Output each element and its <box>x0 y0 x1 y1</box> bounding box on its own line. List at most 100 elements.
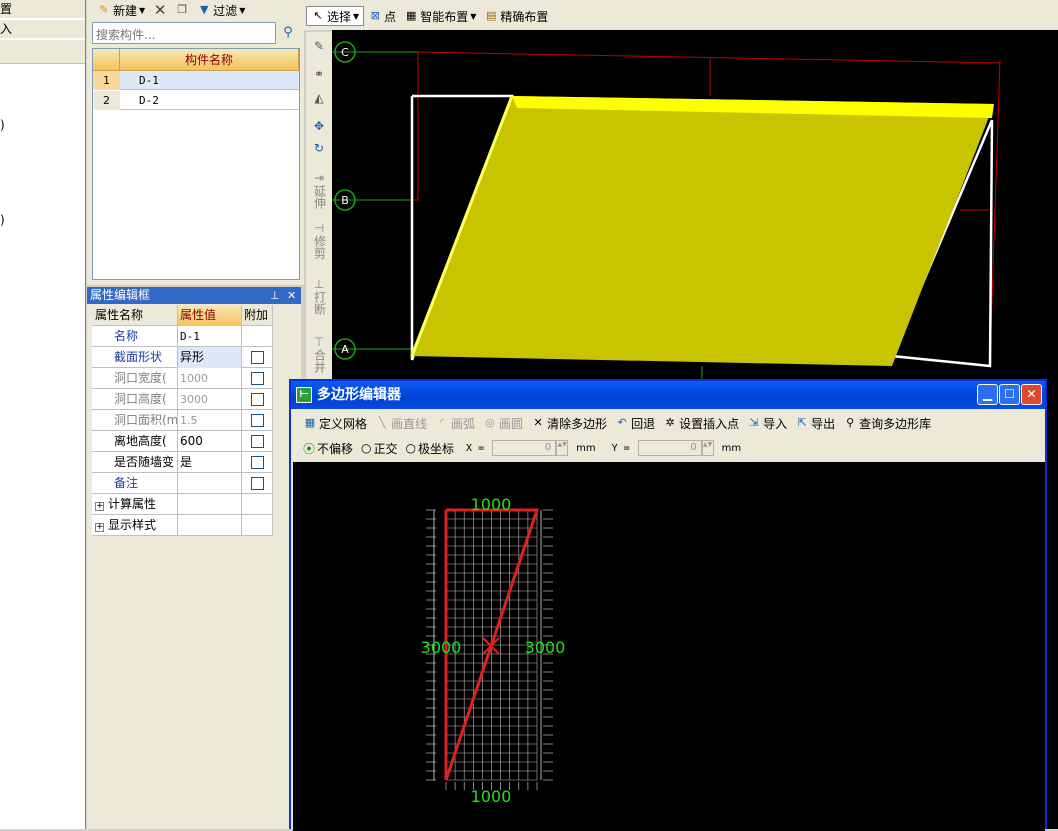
extra-checkbox[interactable] <box>251 372 264 385</box>
extra-checkbox[interactable] <box>251 393 264 406</box>
property-row[interactable]: 离地高度(600 <box>92 431 273 452</box>
copy-icon[interactable]: ⚭ <box>308 68 330 81</box>
property-value[interactable]: D-1 <box>178 326 242 347</box>
point-button[interactable]: ⊠ 点 <box>364 7 400 25</box>
precise-layout-button[interactable]: ▤ 精确布置 <box>480 7 552 25</box>
delete-button[interactable]: ✕ <box>149 1 171 19</box>
extra-checkbox[interactable] <box>251 414 264 427</box>
close-button[interactable]: ✕ <box>1021 384 1042 405</box>
polar-radio[interactable]: ○ 极坐标 <box>402 439 459 457</box>
trim-button[interactable]: ⊣ 修剪 <box>308 222 330 262</box>
property-row[interactable]: 名称 D-1 <box>92 326 273 347</box>
expand-icon[interactable]: + <box>95 523 104 532</box>
polygon-options-bar: ⦿ 不偏移 ○ 正交 ○ 极坐标 X = 0 ▲▼ mm Y = 0 ▲▼ mm <box>299 438 1039 458</box>
left-panel-row[interactable]: 置 <box>0 0 85 18</box>
property-value[interactable]: 异形 <box>178 347 242 368</box>
property-row[interactable]: 洞口宽度(1000 <box>92 368 273 389</box>
arc-icon: ◜ <box>439 416 445 429</box>
property-name: 名称 <box>92 326 178 347</box>
draw-line-button[interactable]: ╲ 画直线 <box>371 414 431 432</box>
expand-icon[interactable]: + <box>95 502 104 511</box>
copy-button[interactable]: ❐ <box>171 1 193 19</box>
x-input[interactable]: 0 <box>492 440 557 456</box>
clear-polygon-button[interactable]: ✕ 清除多边形 <box>527 414 611 432</box>
property-value[interactable]: 1000 <box>178 368 242 389</box>
extra-checkbox[interactable] <box>251 456 264 469</box>
extra-checkbox[interactable] <box>251 477 264 490</box>
close-icon[interactable]: ✕ <box>287 287 296 304</box>
extra-checkbox[interactable] <box>251 351 264 364</box>
smart-layout-label: 智能布置 <box>420 9 469 24</box>
property-extra <box>242 326 273 347</box>
minimize-button[interactable]: ▁ <box>977 384 998 405</box>
property-row[interactable]: + 计算属性 <box>92 494 273 515</box>
import-button[interactable]: ⇲ 导入 <box>743 414 791 432</box>
property-value[interactable] <box>178 515 242 536</box>
dim-top: 1000 <box>471 495 512 514</box>
trim-icon: ⊣ <box>313 221 325 235</box>
rotate-icon[interactable]: ↻ <box>308 142 330 155</box>
chevron-down-icon: ▼ <box>353 11 360 21</box>
brush-icon[interactable]: ✎ <box>308 40 330 53</box>
move-icon[interactable]: ✥ <box>308 120 330 133</box>
property-row[interactable]: 截面形状 异形 <box>92 347 273 368</box>
property-name-text: 备注 <box>114 476 139 490</box>
query-library-button[interactable]: ⚲ 查询多边形库 <box>839 414 935 432</box>
property-extra <box>242 410 273 431</box>
property-value[interactable] <box>178 494 242 515</box>
extra-checkbox[interactable] <box>251 435 264 448</box>
property-extra <box>242 431 273 452</box>
select-button[interactable]: ↖ 选择 ▼ <box>306 6 365 26</box>
maximize-button[interactable]: ☐ <box>999 384 1020 405</box>
mirror-icon[interactable]: ◭ <box>308 92 330 105</box>
property-value[interactable]: 是 <box>178 452 242 473</box>
search-icon[interactable]: ⚲ <box>279 24 297 42</box>
table-row[interactable]: 1 D-1 <box>93 71 299 90</box>
left-panel-row[interactable]: ) <box>0 211 85 229</box>
component-name-header[interactable]: 构件名称 <box>120 49 299 71</box>
search-input[interactable]: 搜索构件... <box>92 22 276 44</box>
pin-icon[interactable]: ⊥ <box>270 287 280 304</box>
left-panel-row[interactable]: 入 <box>0 20 85 38</box>
property-row[interactable]: 洞口高度( 3000 <box>92 389 273 410</box>
no-offset-radio[interactable]: ⦿ 不偏移 <box>299 439 357 457</box>
property-row[interactable]: + 显示样式 <box>92 515 273 536</box>
new-icon: ✎ <box>99 3 109 16</box>
select-label: 选择 <box>327 9 352 24</box>
filter-label: 过滤 <box>213 3 238 18</box>
export-button[interactable]: ⇱ 导出 <box>791 414 839 432</box>
table-row[interactable]: 2 D-2 <box>93 91 299 110</box>
property-value[interactable]: 3000 <box>178 389 242 410</box>
break-label: 打断 <box>312 291 327 315</box>
property-value[interactable] <box>178 473 242 494</box>
cross-icon: ✕ <box>533 416 543 429</box>
property-name-text: 截面形状 <box>114 350 163 364</box>
break-button[interactable]: ⊥ 打断 <box>308 278 330 318</box>
new-button[interactable]: ✎ 新建 ▼ <box>93 1 149 19</box>
property-name-text: 洞口高度( <box>114 392 167 406</box>
property-row[interactable]: 洞口面积(m 1.5 <box>92 410 273 431</box>
property-value[interactable]: 1.5 <box>178 410 242 431</box>
property-row[interactable]: 是否随墙变是 <box>92 452 273 473</box>
draw-circle-button[interactable]: ◎ 画圆 <box>479 414 527 432</box>
radio-selected-icon: ⦿ <box>303 441 316 456</box>
y-input[interactable]: 0 <box>637 440 702 456</box>
extend-button[interactable]: ⇥ 延伸 <box>308 172 330 212</box>
app-icon: ⊢ <box>296 387 312 403</box>
component-name: D-1 <box>139 74 159 87</box>
property-row[interactable]: 备注 <box>92 473 273 494</box>
polygon-canvas[interactable]: 1000 3000 3000 1000 <box>293 462 1045 831</box>
property-value[interactable]: 600 <box>178 431 242 452</box>
merge-button[interactable]: ⊤ 合并 <box>308 336 330 376</box>
left-panel-row[interactable]: ) <box>0 116 85 134</box>
smart-layout-button[interactable]: ▦ 智能布置 ▼ <box>400 7 480 25</box>
undo-button[interactable]: ↶ 回退 <box>611 414 659 432</box>
draw-arc-button[interactable]: ◜ 画弧 <box>431 414 479 432</box>
orthogonal-radio[interactable]: ○ 正交 <box>357 439 402 457</box>
y-spinner[interactable]: ▲▼ <box>701 440 714 456</box>
dialog-title-bar[interactable]: ⊢ 多边形编辑器 ▁ ☐ ✕ <box>291 381 1045 409</box>
define-grid-button[interactable]: ▦ 定义网格 <box>299 414 371 432</box>
filter-button[interactable]: ▼ 过滤 ▼ <box>193 1 249 19</box>
set-insert-point-button[interactable]: ✲ 设置插入点 <box>659 414 743 432</box>
x-spinner[interactable]: ▲▼ <box>556 440 569 456</box>
